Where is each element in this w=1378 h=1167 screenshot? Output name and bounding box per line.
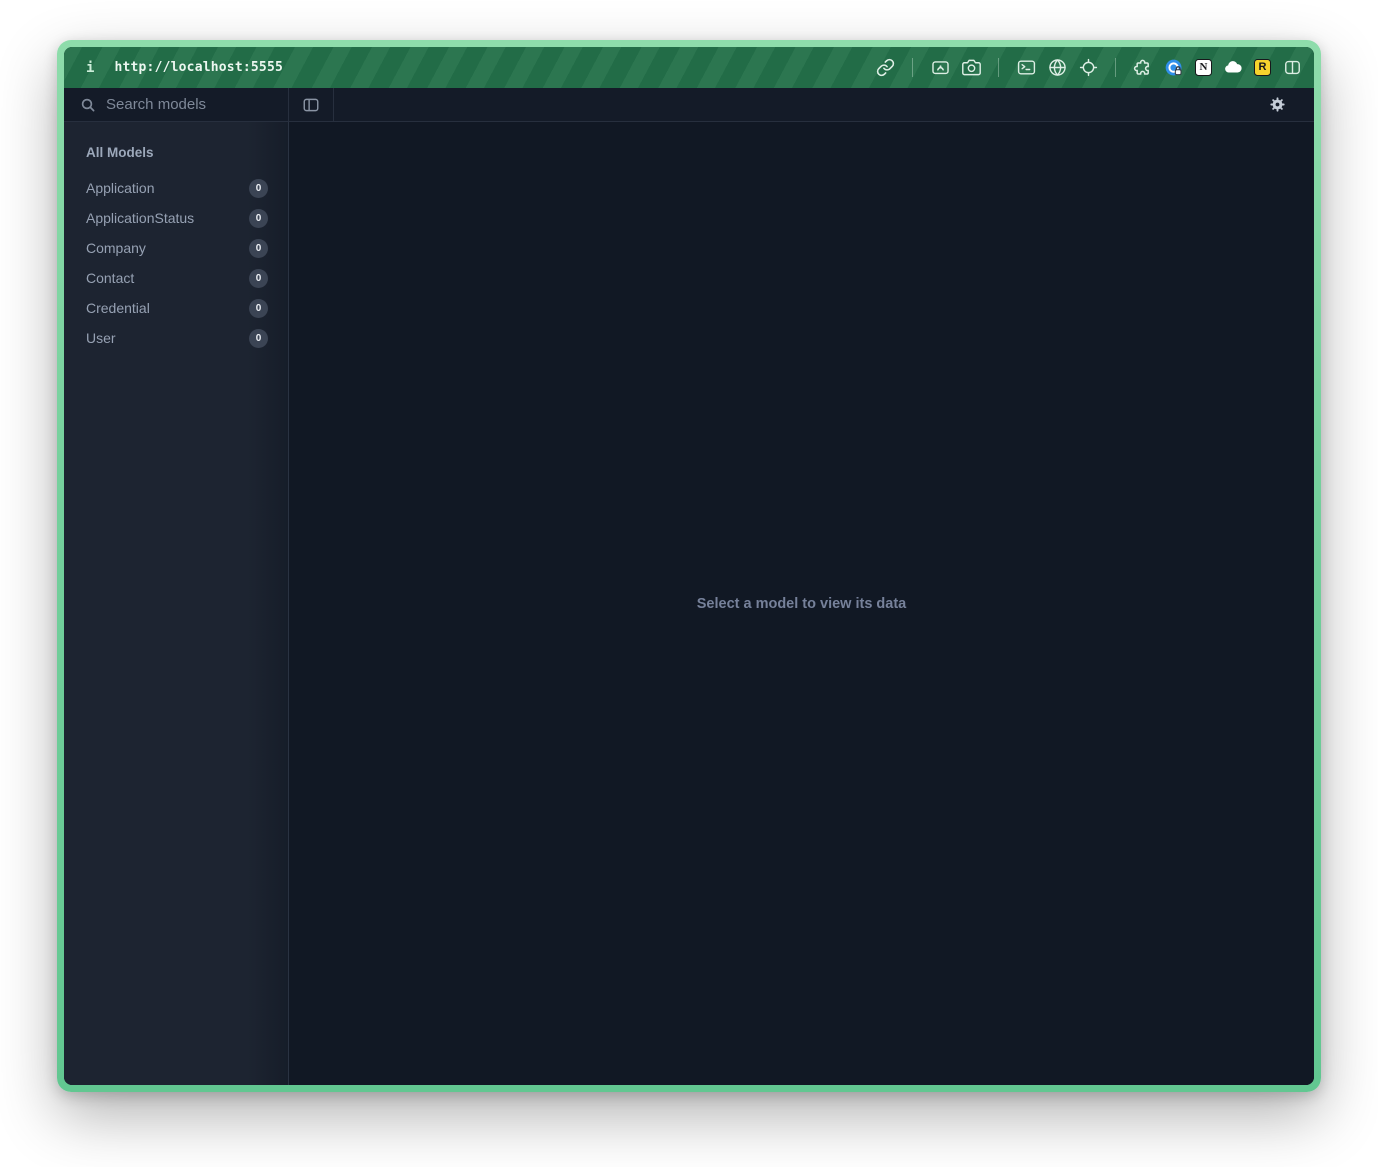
model-label: Contact xyxy=(86,270,134,286)
search-input[interactable] xyxy=(106,96,278,113)
sidebar-item-credential[interactable]: Credential 0 xyxy=(86,293,268,323)
sidebar-toggle-button[interactable] xyxy=(289,88,334,121)
count-badge: 0 xyxy=(249,329,268,348)
sidebar-item-contact[interactable]: Contact 0 xyxy=(86,263,268,293)
split-panes-icon[interactable] xyxy=(1282,58,1302,78)
titlebar-separator xyxy=(1115,58,1116,77)
header-toolbar xyxy=(334,88,1314,121)
count-badge: 0 xyxy=(249,299,268,318)
model-label: Application xyxy=(86,180,155,196)
terminal-icon[interactable] xyxy=(1016,58,1036,78)
count-badge: 0 xyxy=(249,209,268,228)
model-search[interactable] xyxy=(64,88,289,121)
screenshot-icon[interactable] xyxy=(930,58,950,78)
data-view-panel: Select a model to view its data xyxy=(289,122,1314,1085)
count-badge: 0 xyxy=(249,239,268,258)
info-icon: i xyxy=(86,60,94,76)
camera-icon[interactable] xyxy=(961,58,981,78)
onepassword-icon[interactable] xyxy=(1164,58,1184,78)
titlebar-separator xyxy=(998,58,999,77)
sidebar-item-application[interactable]: Application 0 xyxy=(86,173,268,203)
url-text[interactable]: http://localhost:5555 xyxy=(114,60,283,75)
browser-window: i http://localhost:5555 xyxy=(57,40,1321,1092)
models-sidebar: All Models Application 0 ApplicationStat… xyxy=(64,122,289,1085)
sidebar-item-applicationstatus[interactable]: ApplicationStatus 0 xyxy=(86,203,268,233)
titlebar-icon-strip: N R xyxy=(875,58,1302,78)
model-label: Credential xyxy=(86,300,150,316)
app-header xyxy=(64,88,1314,122)
model-label: ApplicationStatus xyxy=(86,210,194,226)
window-content: i http://localhost:5555 xyxy=(64,47,1314,1085)
notion-icon[interactable]: N xyxy=(1195,59,1212,76)
globe-icon[interactable] xyxy=(1047,58,1067,78)
puzzle-extensions-icon[interactable] xyxy=(1133,58,1153,78)
app-body: All Models Application 0 ApplicationStat… xyxy=(64,122,1314,1085)
settings-gear-icon[interactable] xyxy=(1267,95,1287,115)
model-label: User xyxy=(86,330,116,346)
cloud-icon[interactable] xyxy=(1223,58,1243,78)
titlebar: i http://localhost:5555 xyxy=(64,47,1314,88)
search-icon xyxy=(80,97,96,113)
model-label: Company xyxy=(86,240,146,256)
empty-state-message: Select a model to view its data xyxy=(697,596,907,612)
titlebar-separator xyxy=(912,58,913,77)
count-badge: 0 xyxy=(249,269,268,288)
sidebar-section-title: All Models xyxy=(86,145,268,160)
link-icon[interactable] xyxy=(875,58,895,78)
count-badge: 0 xyxy=(249,179,268,198)
sidebar-item-user[interactable]: User 0 xyxy=(86,323,268,353)
sidebar-item-company[interactable]: Company 0 xyxy=(86,233,268,263)
crosshair-icon[interactable] xyxy=(1078,58,1098,78)
raindrop-icon[interactable]: R xyxy=(1254,59,1271,76)
